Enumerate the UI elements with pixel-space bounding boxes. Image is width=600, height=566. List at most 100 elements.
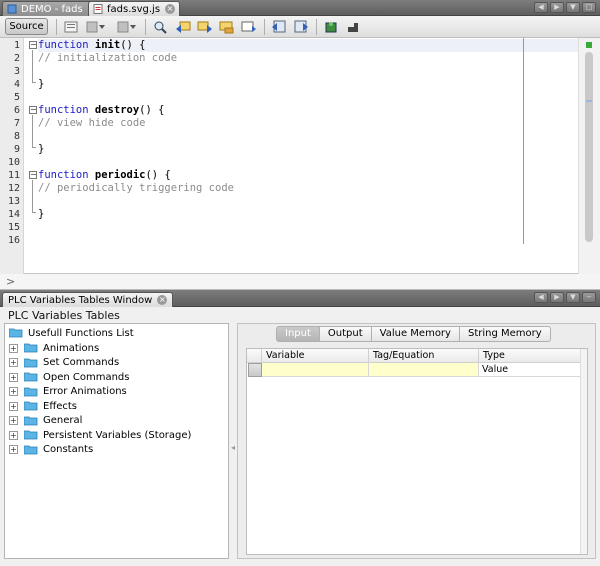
shift-right-icon[interactable] — [293, 19, 309, 35]
show-opened-documents-button[interactable]: ▼ — [566, 2, 580, 13]
find-previous-icon[interactable] — [175, 19, 191, 35]
line-number: 10 — [7, 157, 20, 168]
signature: () { — [120, 39, 146, 51]
pane-splitter[interactable]: ◂ — [229, 323, 237, 559]
tree-item-error-animations[interactable]: + Error Animations — [9, 385, 127, 399]
chevron-down-icon[interactable] — [129, 19, 137, 35]
splitter-grip-icon: ◂ — [231, 443, 236, 452]
fold-guide — [32, 115, 33, 147]
row-header-column — [247, 349, 262, 363]
tree-root-usefull-functions[interactable]: Usefull Functions List — [8, 326, 134, 340]
fold-guide — [32, 180, 33, 212]
editor-vertical-scrollbar[interactable] — [578, 38, 600, 274]
tree-item-persistent-variables[interactable]: + Persistent Variables (Storage) — [9, 428, 191, 442]
variables-table-pane: Input Output Value Memory String Memory … — [237, 323, 596, 559]
cell-variable[interactable] — [262, 363, 369, 377]
tree-item-constants[interactable]: + Constants — [9, 443, 93, 457]
cell-tag-equation[interactable] — [369, 363, 479, 377]
show-opened-documents-button[interactable]: ▼ — [566, 292, 580, 303]
expand-icon[interactable]: + — [9, 372, 18, 382]
fold-margin: − − − — [24, 38, 38, 274]
panel-title: PLC Variables Tables — [8, 309, 120, 322]
line-number: 6 — [13, 105, 20, 116]
fold-collapse-icon[interactable]: − — [29, 171, 37, 179]
tab-value-memory[interactable]: Value Memory — [371, 326, 460, 342]
shift-left-icon[interactable] — [271, 19, 287, 35]
expand-icon[interactable]: + — [9, 387, 18, 396]
folder-icon — [23, 445, 38, 455]
expand-icon[interactable]: + — [9, 445, 18, 454]
folder-icon — [23, 401, 38, 411]
maximize-window-button[interactable]: □ — [582, 2, 596, 13]
tab-output[interactable]: Output — [319, 326, 372, 342]
scroll-tabs-right-button[interactable]: ▶ — [550, 2, 564, 13]
line-number: 8 — [13, 131, 20, 142]
find-selection-icon[interactable] — [241, 19, 257, 35]
right-margin-guide — [523, 38, 524, 244]
fold-collapse-icon[interactable]: − — [29, 41, 37, 49]
tree-item-label: Set Commands — [43, 357, 120, 368]
expand-icon[interactable]: + — [9, 430, 18, 440]
scrollbar-thumb[interactable] — [585, 52, 593, 242]
line-number: 11 — [7, 170, 20, 181]
column-header-tag-equation[interactable]: Tag/Equation — [369, 349, 479, 363]
variables-table[interactable]: Variable Tag/Equation Type Value — [246, 348, 588, 555]
column-header-variable[interactable]: Variable — [262, 349, 369, 363]
column-header-type[interactable]: Type — [479, 349, 582, 363]
fold-collapse-icon[interactable]: − — [29, 106, 37, 114]
line-number: 2 — [13, 53, 20, 64]
tab-input[interactable]: Input — [276, 326, 320, 342]
editor-tab-bar: DEMO - fads × fads.svg.js × ◀ ▶ ▼ □ — [0, 0, 600, 16]
closing-brace: } — [38, 208, 45, 220]
line-number: 14 — [7, 209, 20, 220]
toolbar-separator — [264, 19, 265, 35]
history-icon[interactable] — [63, 19, 79, 35]
code-editor[interactable]: 1 2 3 4 5 6 7 8 9 10 11 12 13 14 15 16 −… — [0, 38, 600, 274]
fold-guide — [32, 50, 33, 82]
keyword: function — [38, 39, 89, 51]
expand-icon[interactable]: + — [9, 343, 18, 353]
tree-item-open-commands[interactable]: + Open Commands — [9, 370, 130, 384]
scroll-tabs-left-button[interactable]: ◀ — [534, 2, 548, 13]
expand-icon[interactable]: + — [9, 401, 18, 411]
tree-item-set-commands[interactable]: + Set Commands — [9, 356, 119, 370]
row-selector[interactable] — [248, 363, 262, 377]
command-line[interactable]: > — [0, 274, 600, 290]
toolbar-separator — [316, 19, 317, 35]
chevron-down-icon[interactable] — [98, 19, 106, 35]
close-icon[interactable]: × — [165, 4, 176, 14]
tree-item-animations[interactable]: + Animations — [9, 341, 99, 355]
line-number: 16 — [7, 235, 20, 246]
stop-macro-icon[interactable] — [345, 19, 361, 35]
editor-tab-fads-svg-js[interactable]: fads.svg.js × — [88, 1, 181, 16]
minimize-window-button[interactable]: − — [582, 292, 596, 303]
scroll-tabs-left-button[interactable]: ◀ — [534, 292, 548, 303]
folder-icon — [23, 430, 38, 440]
find-icon[interactable] — [152, 19, 168, 35]
functions-tree[interactable]: Usefull Functions List + Animations + Se… — [4, 323, 229, 559]
tab-string-memory[interactable]: String Memory — [459, 326, 551, 342]
source-button[interactable]: Source — [5, 18, 48, 35]
closing-brace: } — [38, 78, 45, 90]
find-next-icon[interactable] — [197, 19, 213, 35]
expand-icon[interactable]: + — [9, 358, 18, 367]
line-number: 4 — [13, 79, 20, 90]
start-macro-icon[interactable] — [323, 19, 339, 35]
tree-item-effects[interactable]: + Effects — [9, 399, 77, 413]
code-comment: // periodically triggering code — [38, 182, 234, 194]
close-icon[interactable]: × — [157, 295, 168, 305]
function-name: destroy — [94, 104, 140, 116]
keyword: function — [38, 169, 89, 181]
tab-plc-variables-tables-window[interactable]: PLC Variables Tables Window × — [2, 292, 174, 307]
scroll-tabs-right-button[interactable]: ▶ — [550, 292, 564, 303]
expand-icon[interactable]: + — [9, 416, 18, 425]
cell-type[interactable]: Value — [479, 363, 582, 377]
tree-item-general[interactable]: + General — [9, 414, 82, 428]
code-comment: // initialization code — [38, 52, 178, 64]
toggle-highlight-icon[interactable] — [219, 19, 235, 35]
annotation-marker — [586, 100, 592, 102]
table-vertical-scrollbar[interactable] — [580, 349, 587, 554]
line-number: 7 — [13, 118, 20, 129]
js-file-icon — [93, 4, 103, 14]
folder-icon — [23, 416, 38, 426]
